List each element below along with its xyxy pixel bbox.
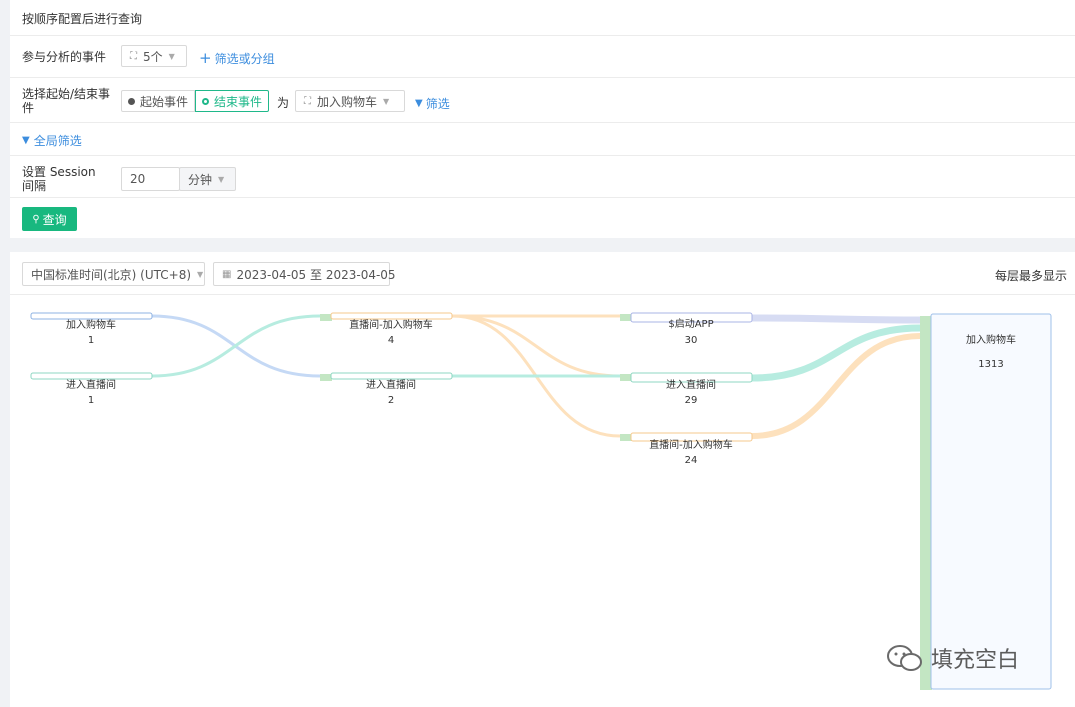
node-value: 2 xyxy=(388,395,394,406)
node-name: 进入直播间 xyxy=(66,378,116,391)
node-name: 进入直播间 xyxy=(366,378,416,391)
node-value: 1 xyxy=(88,395,94,406)
node-input-bar xyxy=(620,374,632,381)
node-input-bar xyxy=(620,314,632,321)
node-name: 直播间-加入购物车 xyxy=(649,438,733,451)
node-name: 加入购物车 xyxy=(66,318,116,331)
flow-path xyxy=(751,324,921,382)
sankey-node[interactable] xyxy=(30,372,153,380)
node-input-bar xyxy=(620,434,632,441)
node-value: 30 xyxy=(685,335,698,346)
sankey-node[interactable] xyxy=(330,372,453,380)
node-value: 1313 xyxy=(978,359,1003,370)
node-value: 29 xyxy=(685,395,698,406)
node-name: 进入直播间 xyxy=(666,378,716,391)
sankey-node[interactable] xyxy=(30,312,153,320)
flow-path xyxy=(151,314,321,378)
flow-path xyxy=(751,314,921,324)
node-input-bar xyxy=(320,314,332,321)
wechat-icon xyxy=(887,645,922,671)
node-value: 4 xyxy=(388,335,394,346)
node-input-bar xyxy=(320,374,332,381)
sankey-node[interactable] xyxy=(330,312,453,320)
sankey-chart: 加入购物车 1 进入直播间 1 直播间-加入购物车 4 进入直播间 2 $启动A… xyxy=(30,312,1052,690)
watermark-text: 填充空白 xyxy=(931,648,1020,673)
sankey-node[interactable] xyxy=(930,313,1052,690)
flow-path xyxy=(451,314,621,378)
node-value: 24 xyxy=(685,455,698,466)
watermark: 填充空白 xyxy=(885,642,1019,674)
node-input-bar xyxy=(920,316,932,690)
node-name: 直播间-加入购物车 xyxy=(349,318,433,331)
node-name: $启动APP xyxy=(668,317,713,330)
node-value: 1 xyxy=(88,335,94,346)
node-name: 加入购物车 xyxy=(966,333,1016,346)
